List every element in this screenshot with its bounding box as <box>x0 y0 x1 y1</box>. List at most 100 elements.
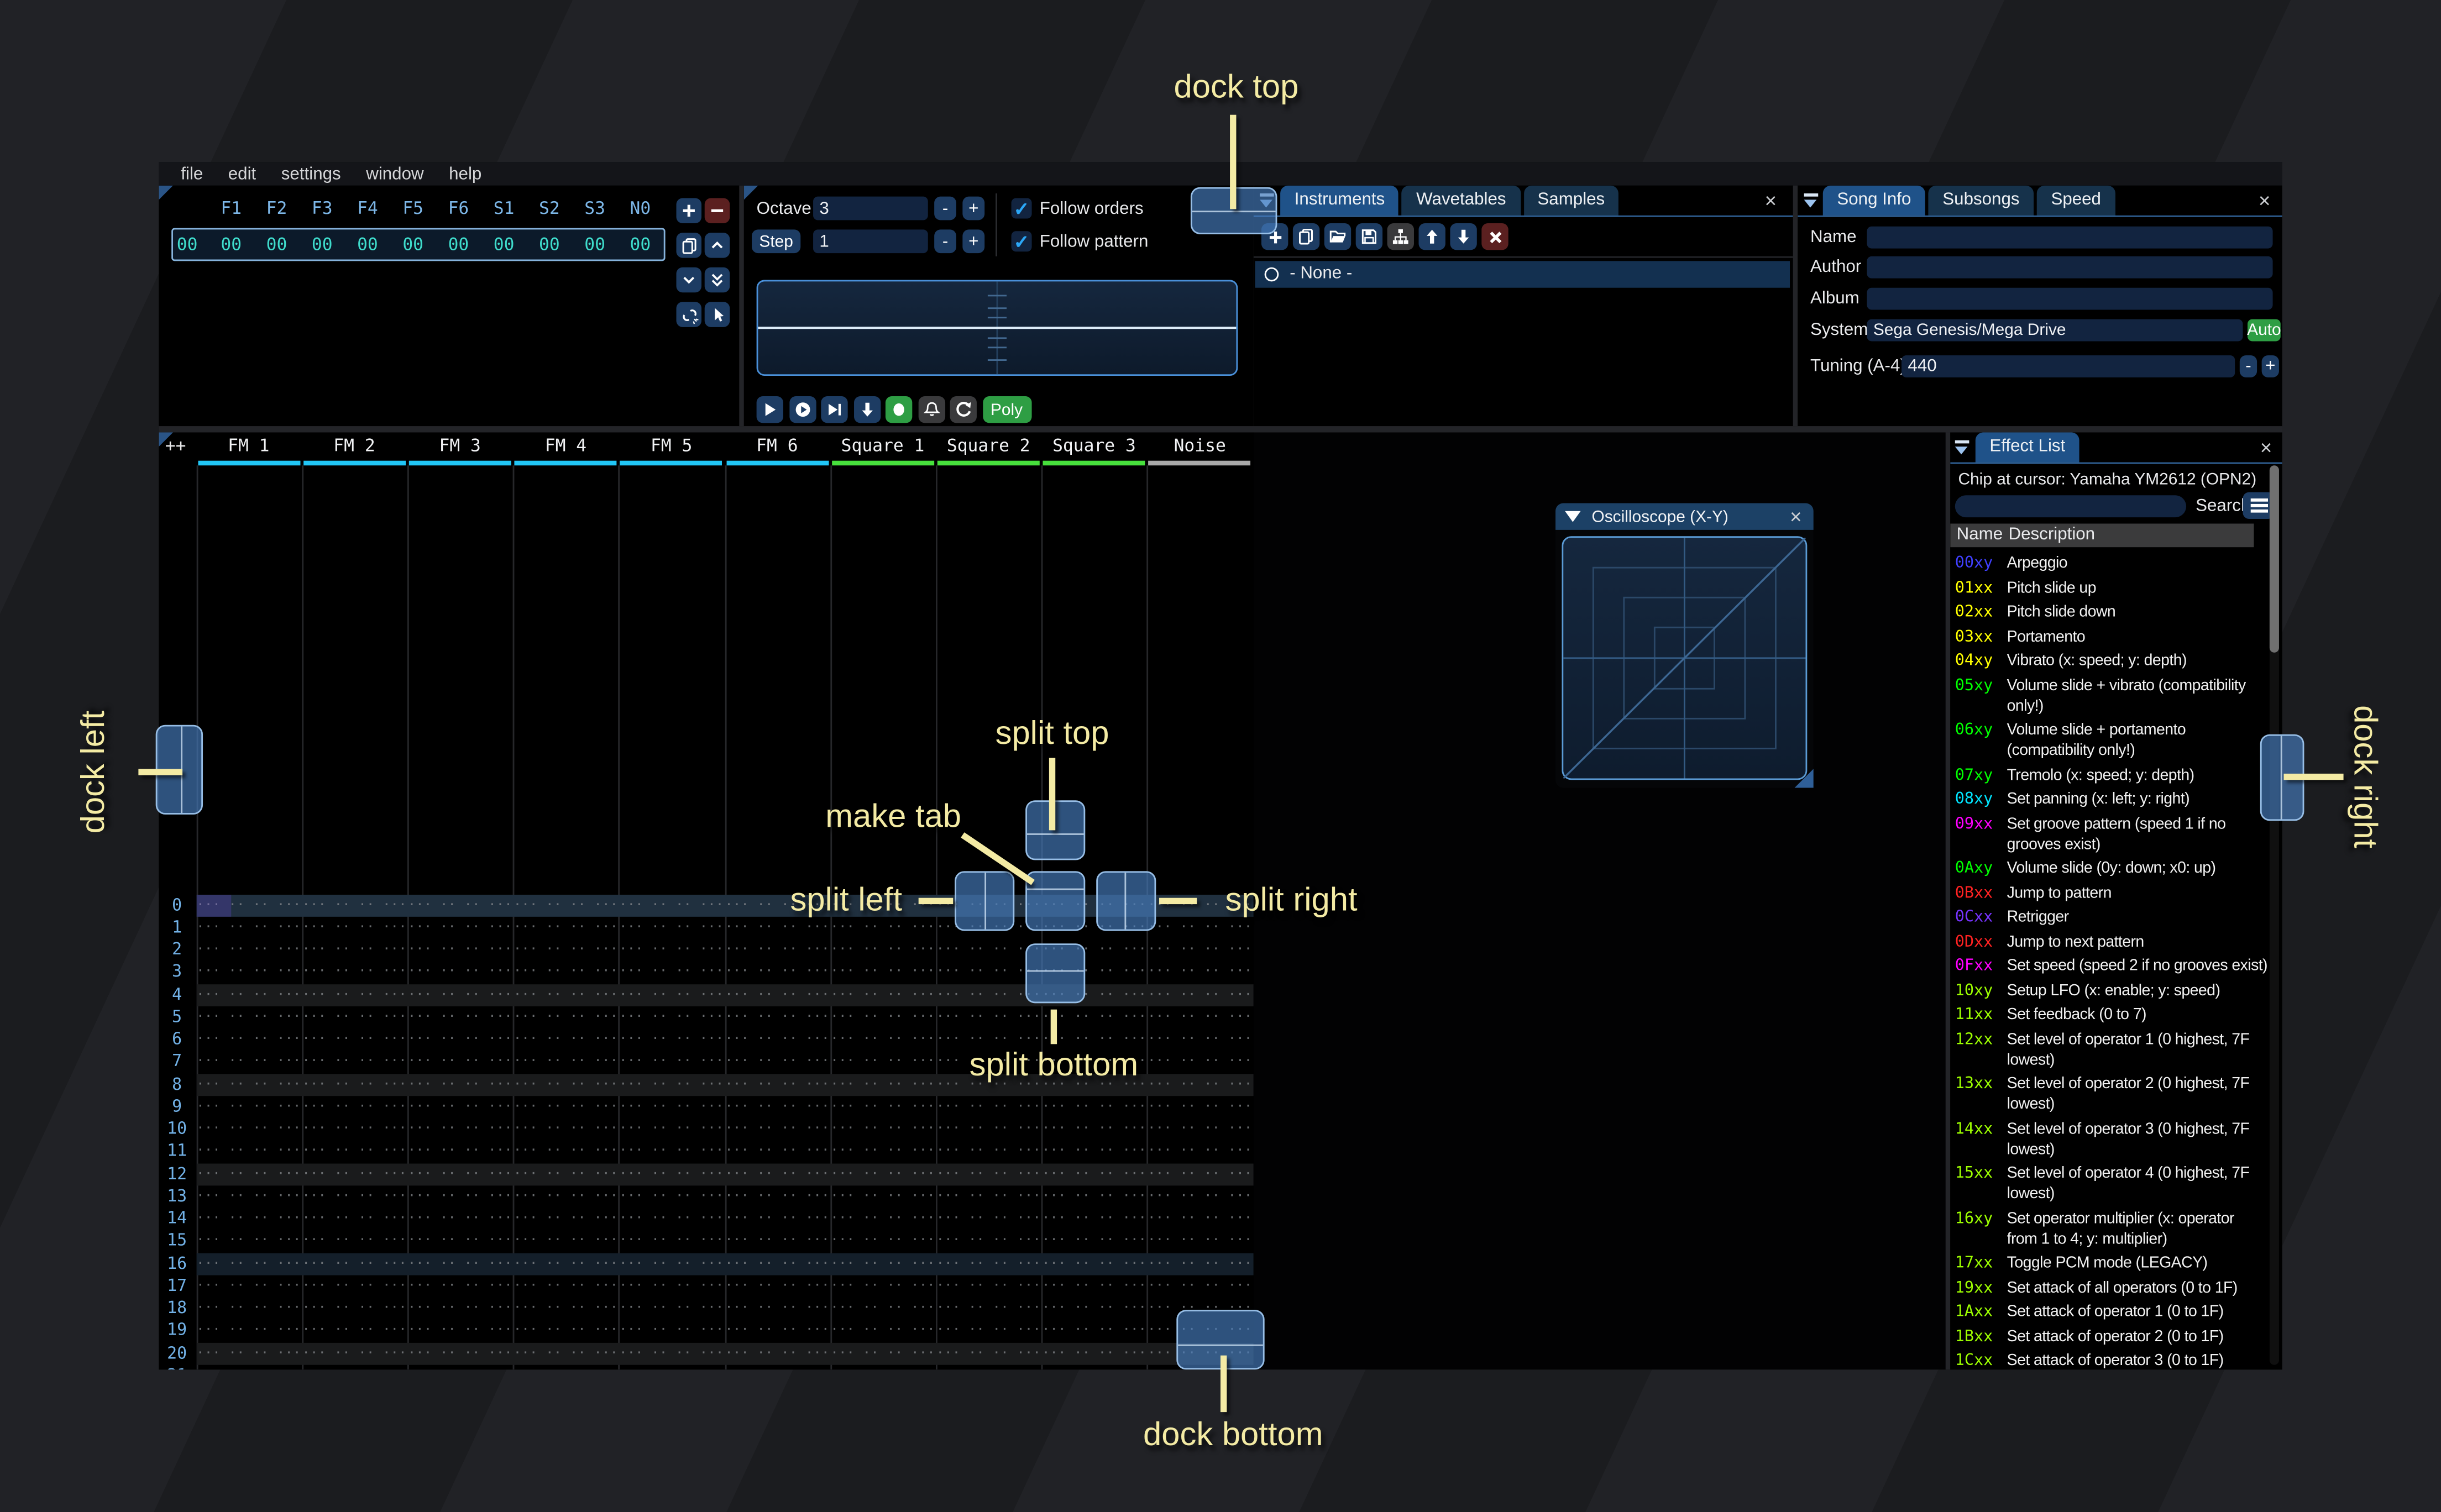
pattern-cell[interactable]: ··· ·· ·· ··· <box>1147 1073 1253 1096</box>
pattern-cell[interactable]: ··· ·· ·· ··· <box>830 1364 935 1370</box>
order-deep-clone-button[interactable] <box>676 302 702 327</box>
pattern-cell[interactable]: ··· ·· ·· ··· <box>619 1275 724 1298</box>
pattern-cell[interactable]: ··· ·· ·· ··· <box>724 1028 830 1051</box>
pattern-cell[interactable]: ··· ·· ·· ··· <box>513 1364 619 1370</box>
pattern-cell[interactable]: ··· ·· ·· ··· <box>619 1141 724 1163</box>
pattern-row[interactable]: ··· ·· ·· ······ ·· ·· ······ ·· ·· ····… <box>196 983 1253 1006</box>
pattern-row[interactable]: ··· ·· ·· ······ ·· ·· ······ ·· ·· ····… <box>196 1006 1253 1028</box>
pattern-channel-header-square-3[interactable]: Square 3 <box>1041 435 1147 458</box>
pattern-cell[interactable]: ··· ·· ·· ··· <box>513 1118 619 1141</box>
system-input[interactable]: Sega Genesis/Mega Drive <box>1867 319 2243 342</box>
oscilloscope-window[interactable]: Oscilloscope (X-Y) × <box>1555 503 1814 788</box>
pattern-cell[interactable]: ··· ·· ·· ··· <box>196 961 301 984</box>
split-target-right[interactable] <box>1096 871 1156 931</box>
effect-row-16xy[interactable]: 16xy Set operator multiplier (x: operator… <box>1955 1209 2277 1250</box>
pattern-cell[interactable]: ··· ·· ·· ··· <box>513 939 619 962</box>
pattern-cell[interactable]: ··· ·· ·· ··· <box>724 1006 830 1028</box>
order-cell[interactable]: 00 <box>255 234 299 254</box>
tuning-plus-button[interactable]: + <box>2261 355 2279 377</box>
effect-row-1Axx[interactable]: 1Axx Set attack of operator 1 (0 to 1F) <box>1955 1302 2277 1322</box>
pattern-cell[interactable]: ··· ·· ·· ··· <box>830 1208 935 1230</box>
pattern-cell[interactable]: ··· ·· ·· ··· <box>619 1230 724 1253</box>
follow-pattern-checkbox[interactable]: ✓ <box>1011 231 1032 252</box>
pattern-cell[interactable]: ··· ·· ·· ··· <box>301 1096 407 1119</box>
pattern-cell[interactable]: ··· ·· ·· ··· <box>619 1185 724 1208</box>
pattern-cell[interactable]: ··· ·· ·· ··· <box>1041 1320 1147 1342</box>
pattern-cell[interactable]: ··· ·· ·· ··· <box>830 1275 935 1298</box>
pattern-cell[interactable]: ··· ·· ·· ··· <box>619 916 724 939</box>
pattern-cell[interactable]: ··· ·· ·· ··· <box>301 1252 407 1275</box>
pattern-cell[interactable]: ··· ·· ·· ··· <box>196 1028 301 1051</box>
pattern-cell[interactable]: ··· ·· ·· ··· <box>724 939 830 962</box>
order-cell[interactable]: 00 <box>437 234 481 254</box>
pattern-cell[interactable]: ··· ·· ·· ··· <box>724 1141 830 1163</box>
instrument-list-item-selected[interactable]: - None - <box>1255 261 1790 287</box>
pattern-row[interactable]: ··· ·· ·· ······ ·· ·· ······ ·· ·· ····… <box>196 961 1253 984</box>
order-edit-mode-button[interactable] <box>704 302 730 327</box>
pattern-row[interactable]: ··· ·· ·· ······ ·· ·· ······ ·· ·· ····… <box>196 1275 1253 1298</box>
oscilloscope-titlebar[interactable]: Oscilloscope (X-Y) × <box>1555 503 1814 530</box>
octave-input[interactable]: 3 <box>813 196 928 221</box>
pattern-cell[interactable]: ··· ·· ·· ··· <box>619 939 724 962</box>
menu-item-help[interactable]: help <box>436 164 494 183</box>
pattern-cell[interactable]: ··· ·· ·· ··· <box>407 1230 513 1253</box>
effect-row-02xx[interactable]: 02xx Pitch slide down <box>1955 602 2277 623</box>
pattern-cell[interactable]: ··· ·· ·· ··· <box>1147 1275 1253 1298</box>
effect-row-0Bxx[interactable]: 0Bxx Jump to pattern <box>1955 883 2277 904</box>
pattern-cell[interactable]: ··· ·· ·· ··· <box>407 916 513 939</box>
repeat-pattern-toggle[interactable] <box>950 396 977 423</box>
pattern-row[interactable]: ··· ·· ·· ······ ·· ·· ······ ·· ·· ····… <box>196 1163 1253 1185</box>
order-move-down-button[interactable] <box>676 267 702 293</box>
pattern-cell[interactable]: ··· ·· ·· ··· <box>1147 1185 1253 1208</box>
pattern-cell[interactable]: ··· ·· ·· ··· <box>407 1252 513 1275</box>
pattern-cell[interactable]: ··· ·· ·· ··· <box>407 1028 513 1051</box>
pattern-cell[interactable]: ··· ·· ·· ··· <box>724 984 830 1006</box>
pattern-cell[interactable]: ··· ·· ·· ··· <box>513 1275 619 1298</box>
pattern-cell[interactable]: ··· ·· ·· ··· <box>936 1252 1041 1275</box>
pattern-cell[interactable]: ··· ·· ·· ··· <box>301 1118 407 1141</box>
step-input[interactable]: 1 <box>813 229 928 254</box>
pattern-row[interactable]: ··· ·· ·· ······ ·· ·· ······ ·· ·· ····… <box>196 1297 1253 1320</box>
order-cell[interactable]: 00 <box>209 234 253 254</box>
menu-item-window[interactable]: window <box>353 164 436 183</box>
pattern-cell[interactable]: ··· ·· ·· ··· <box>1147 1163 1253 1185</box>
effect-row-0Cxx[interactable]: 0Cxx Retrigger <box>1955 907 2277 928</box>
pattern-cell[interactable]: ··· ·· ·· ··· <box>301 961 407 984</box>
pattern-cell[interactable]: ··· ·· ·· ··· <box>830 1096 935 1119</box>
effect-row-07xy[interactable]: 07xy Tremolo (x: speed; y: depth) <box>1955 765 2277 785</box>
pattern-cell[interactable]: ··· ·· ·· ··· <box>1147 1006 1253 1028</box>
tab-subsongs[interactable]: Subsongs <box>1928 185 2034 216</box>
pattern-cell[interactable]: ··· ·· ·· ··· <box>724 1230 830 1253</box>
pattern-cell[interactable]: ··· ·· ·· ··· <box>724 1163 830 1185</box>
effect-row-06xy[interactable]: 06xy Volume slide + portamento (compatibi… <box>1955 720 2277 761</box>
pattern-cell[interactable]: ··· ·· ·· ··· <box>830 1051 935 1073</box>
pattern-cell[interactable]: ··· ·· ·· ··· <box>936 1275 1041 1298</box>
collapse-triangle-icon[interactable] <box>1565 511 1581 522</box>
pattern-cell[interactable]: ··· ·· ·· ··· <box>196 1320 301 1342</box>
pattern-cell[interactable]: ··· ·· ·· ··· <box>301 984 407 1006</box>
pattern-cell[interactable]: ··· ·· ·· ··· <box>301 1342 407 1365</box>
pattern-cell[interactable]: ··· ·· ·· ··· <box>407 1118 513 1141</box>
order-cell[interactable]: 00 <box>300 234 344 254</box>
octave-plus-button[interactable]: + <box>962 196 985 221</box>
pattern-row[interactable]: ··· ·· ·· ······ ·· ·· ······ ·· ·· ····… <box>196 1096 1253 1119</box>
pattern-cell[interactable]: ··· ·· ·· ··· <box>1041 1185 1147 1208</box>
pattern-cell[interactable]: ··· ·· ·· ··· <box>407 961 513 984</box>
pattern-cell[interactable]: ··· ·· ·· ··· <box>1147 1118 1253 1141</box>
tab-instruments[interactable]: Instruments <box>1280 185 1399 216</box>
pattern-cell[interactable]: ··· ·· ·· ··· <box>407 1185 513 1208</box>
pattern-cell[interactable]: ··· ·· ·· ··· <box>724 1208 830 1230</box>
pattern-cell[interactable]: ··· ·· ·· ··· <box>1147 961 1253 984</box>
tab-speed[interactable]: Speed <box>2036 185 2115 216</box>
pattern-cell[interactable]: ··· ·· ·· ··· <box>936 1208 1041 1230</box>
step-one-row-button[interactable] <box>853 396 880 423</box>
pattern-cell[interactable]: ··· ·· ·· ··· <box>513 1342 619 1365</box>
pattern-cell[interactable]: ··· ·· ·· ··· <box>301 1185 407 1208</box>
pattern-cell[interactable]: ··· ·· ·· ··· <box>1041 1208 1147 1230</box>
play-button[interactable] <box>756 396 783 423</box>
pattern-cell[interactable]: ··· ·· ·· ··· <box>513 1320 619 1342</box>
close-icon[interactable]: × <box>1790 506 1802 527</box>
pattern-cell[interactable]: ··· ·· ·· ··· <box>1147 1051 1253 1073</box>
pattern-cell[interactable]: ··· ·· ·· ··· <box>1041 1096 1147 1119</box>
pattern-cell[interactable]: ··· ·· ·· ··· <box>936 1320 1041 1342</box>
